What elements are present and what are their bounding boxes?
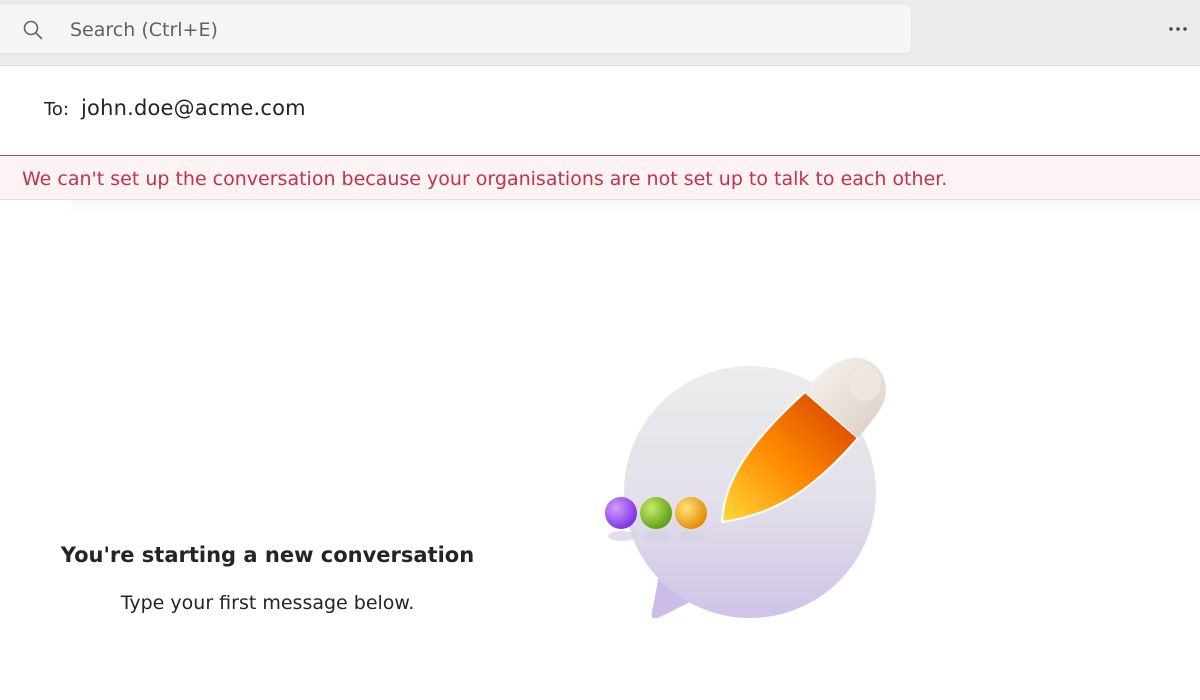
- empty-state-subtitle: Type your first message below.: [120, 592, 415, 614]
- more-options-icon[interactable]: [1166, 17, 1190, 41]
- error-message: We can't set up the conversation because…: [22, 168, 948, 190]
- search-icon: [23, 20, 43, 40]
- search-input[interactable]: Search (Ctrl+E): [0, 5, 911, 53]
- error-banner: We can't set up the conversation because…: [0, 155, 1200, 200]
- recipient-field[interactable]: john.doe@acme.com: [81, 96, 306, 120]
- search-placeholder: Search (Ctrl+E): [70, 19, 218, 41]
- chat-bubble-pen-illustration: [605, 357, 886, 619]
- top-bar: Search (Ctrl+E): [0, 0, 1200, 66]
- recipient-row: To: john.doe@acme.com: [0, 66, 1200, 155]
- to-label: To:: [44, 99, 70, 120]
- empty-state-title: You're starting a new conversation: [60, 543, 475, 567]
